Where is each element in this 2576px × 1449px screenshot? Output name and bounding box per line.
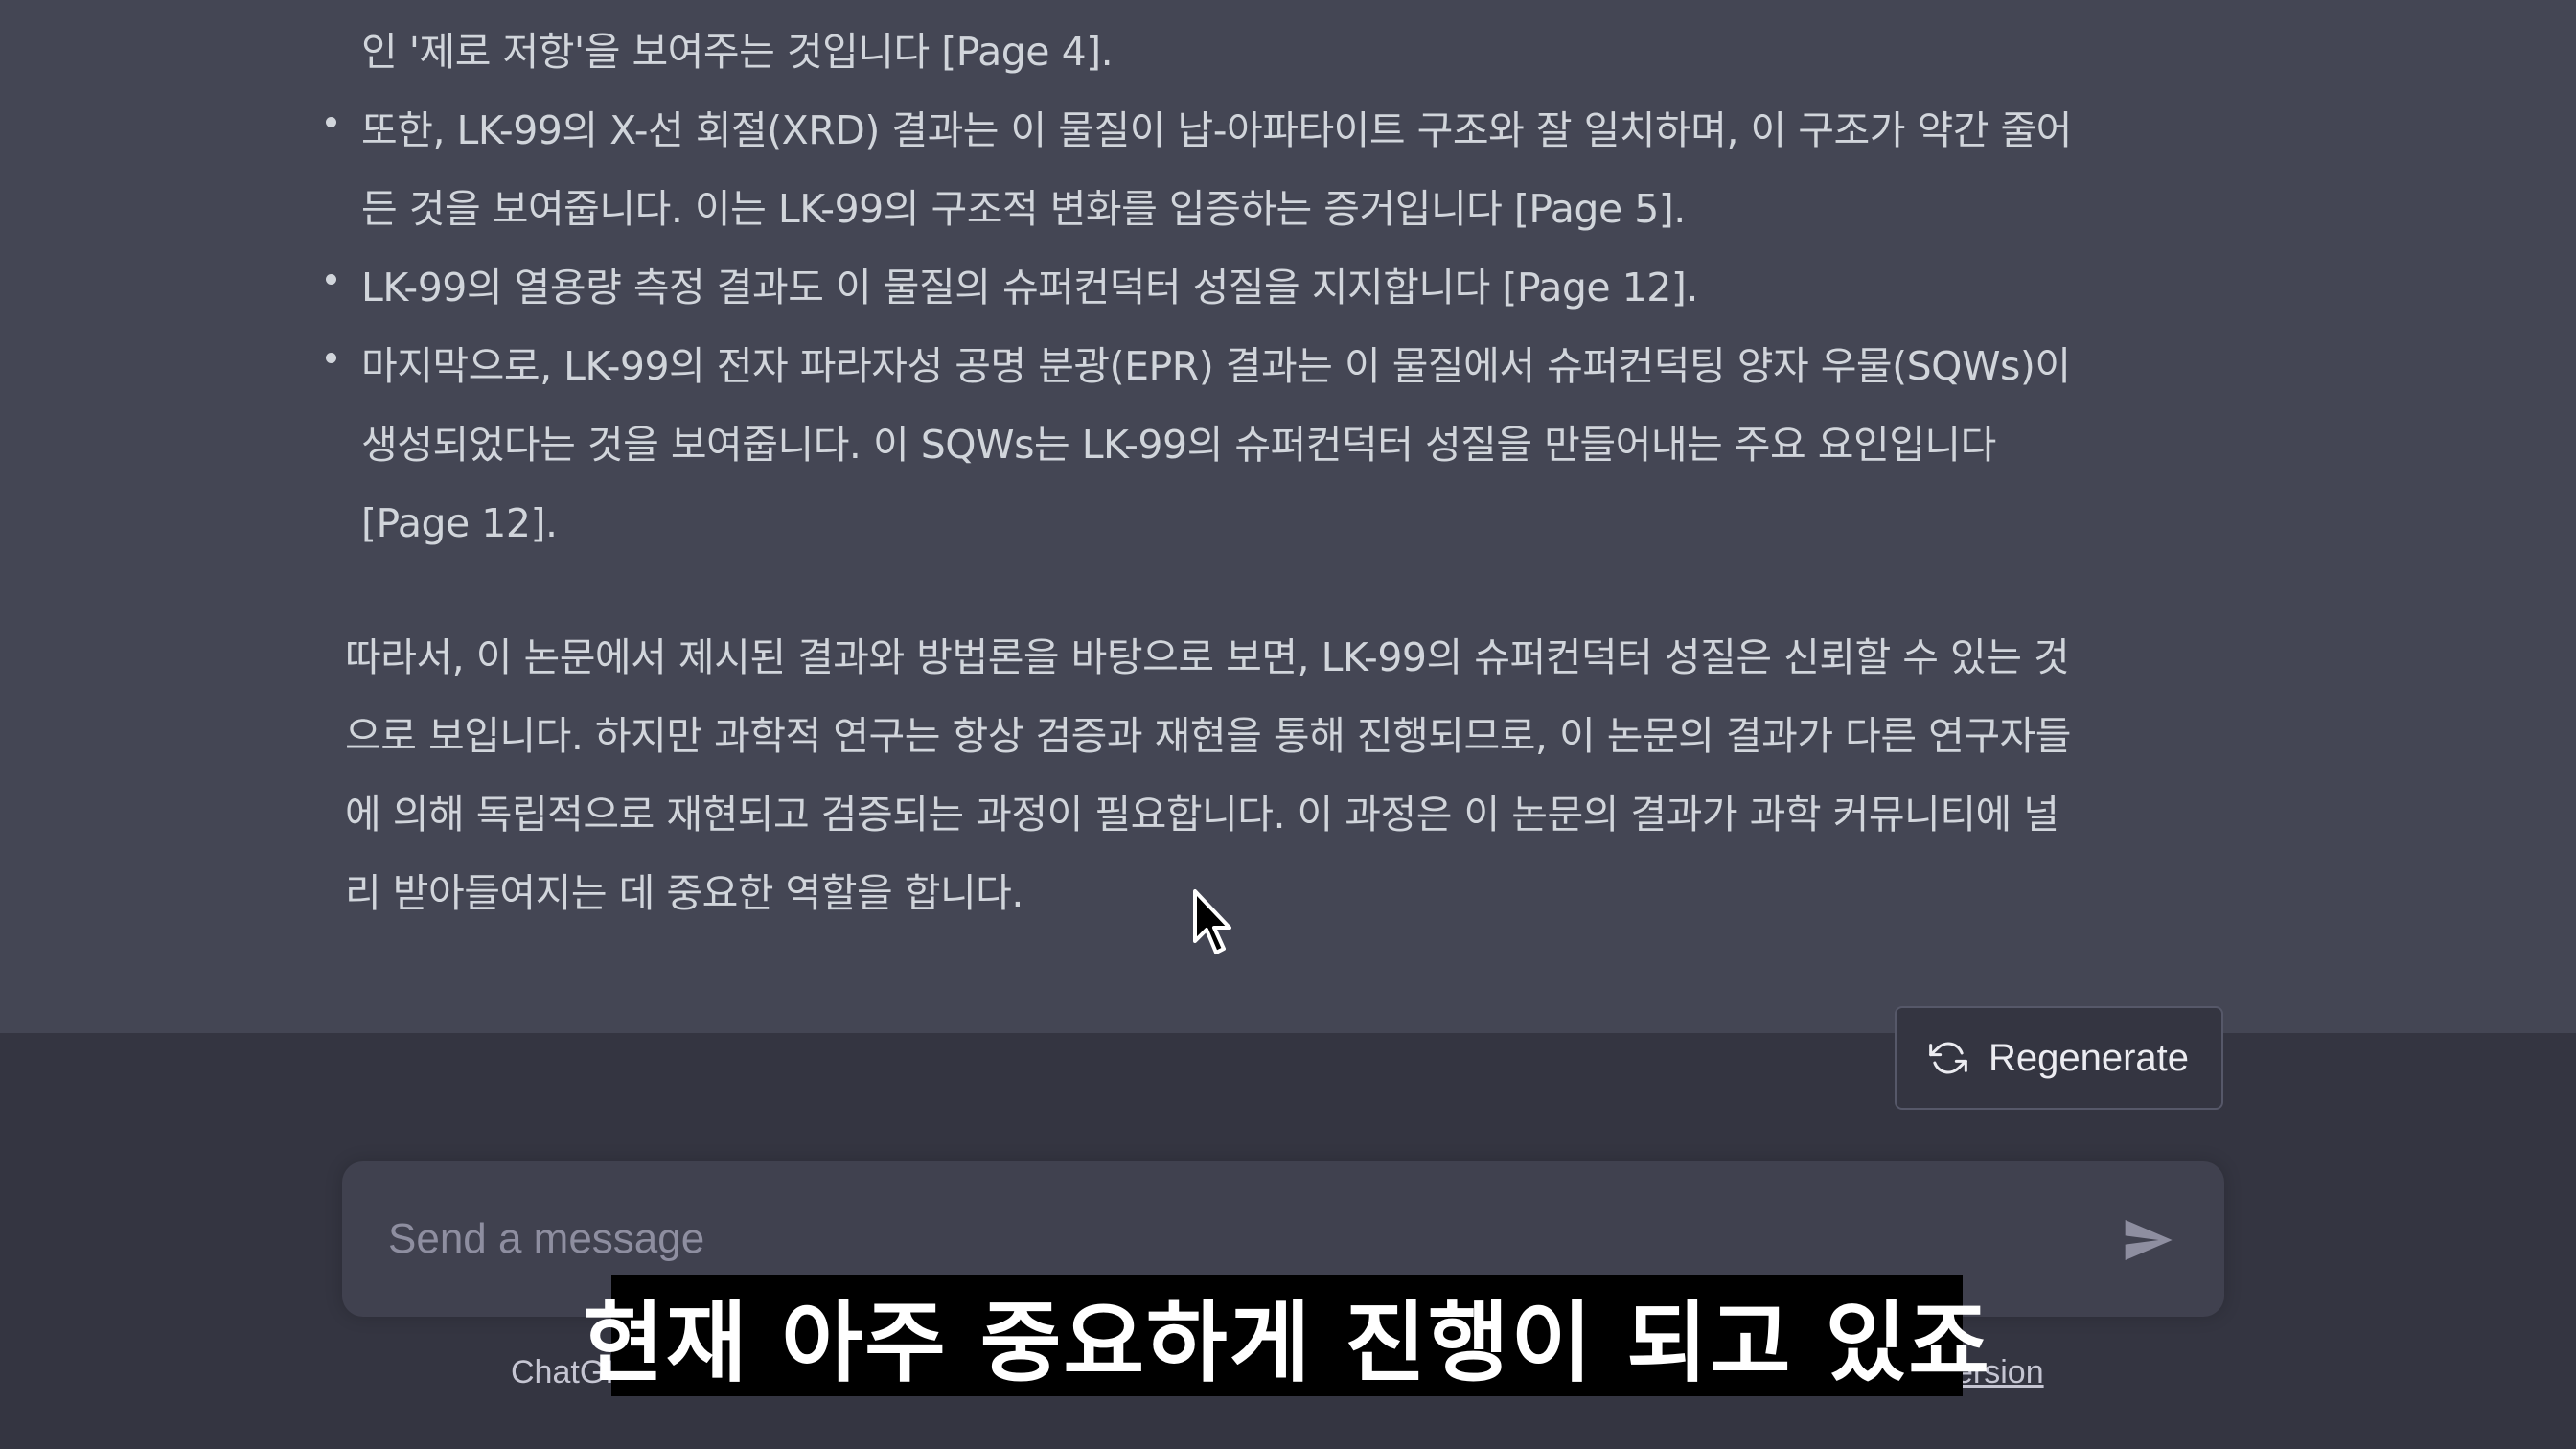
refresh-icon (1929, 1042, 1967, 1074)
bullet-marker (326, 117, 336, 127)
message-line: 생성되었다는 것을 보여줍니다. 이 SQWs는 LK-99의 슈퍼컨덕터 성질… (361, 422, 1996, 468)
message-line: [Page 12]. (361, 500, 558, 546)
message-line: LK-99의 열용량 측정 결과도 이 물질의 슈퍼컨덕터 성질을 지지합니다 … (361, 264, 1698, 310)
paragraph-line: 따라서, 이 논문에서 제시된 결과와 방법론을 바탕으로 보면, LK-99의… (345, 634, 2070, 680)
message-line: 든 것을 보여줍니다. 이는 LK-99의 구조적 변화를 입증하는 증거입니다… (361, 186, 1686, 232)
message-line: 마지막으로, LK-99의 전자 파라자성 공명 분광(EPR) 결과는 이 물… (361, 343, 2071, 389)
send-icon[interactable] (2121, 1213, 2174, 1267)
bullet-marker (326, 353, 336, 363)
message-line: 인 '제로 저항'을 보여주는 것입니다 [Page 4]. (361, 29, 1114, 75)
message-input[interactable] (386, 1200, 2019, 1278)
video-subtitle: 현재 아주 중요하게 진행이 되고 있죠 (583, 1275, 1990, 1396)
message-line: 또한, LK-99의 X-선 회절(XRD) 결과는 이 물질이 납-아파타이트… (361, 107, 2072, 153)
assistant-message: 인 '제로 저항'을 보여주는 것입니다 [Page 4]. 또한, LK-99… (0, 0, 2576, 1033)
paragraph-line: 리 받아들여지는 데 중요한 역할을 합니다. (345, 870, 1024, 916)
paragraph-line: 으로 보입니다. 하지만 과학적 연구는 항상 검증과 재현을 통해 진행되므로… (345, 713, 2071, 759)
mouse-cursor-icon (1193, 889, 1231, 954)
bullet-marker (326, 274, 336, 285)
paragraph-line: 에 의해 독립적으로 재현되고 검증되는 과정이 필요합니다. 이 과정은 이 … (345, 792, 2059, 838)
regenerate-button[interactable]: Regenerate (1895, 1006, 2223, 1110)
regenerate-label: Regenerate (1988, 1036, 2190, 1079)
chat-page: 인 '제로 저항'을 보여주는 것입니다 [Page 4]. 또한, LK-99… (0, 0, 2576, 1449)
